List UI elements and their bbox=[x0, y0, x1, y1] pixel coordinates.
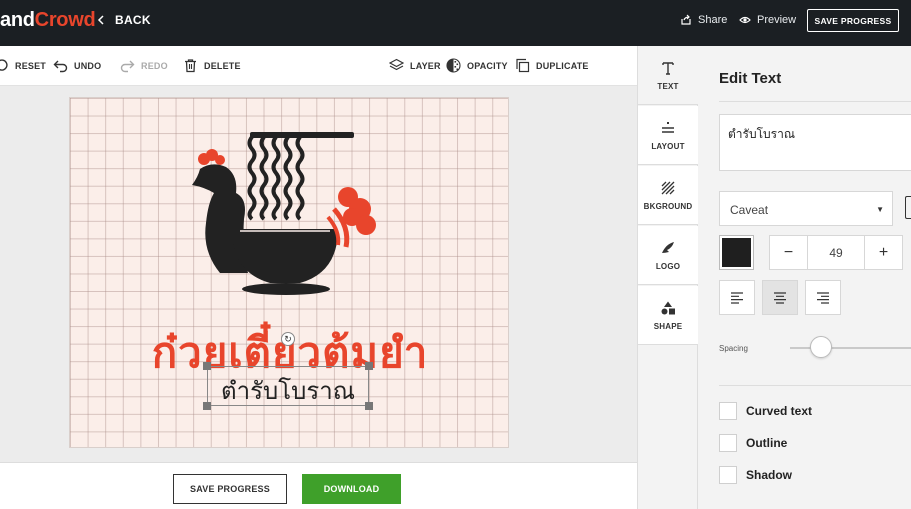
text-content-input[interactable]: ตำรับโบราณ bbox=[719, 114, 911, 171]
tab-logo-label: LOGO bbox=[655, 261, 681, 271]
brand-logo-part2: Crowd bbox=[34, 9, 96, 31]
font-family-value: Caveat bbox=[730, 203, 769, 217]
spacing-slider-thumb[interactable] bbox=[810, 336, 832, 358]
tab-shape-label: SHAPE bbox=[653, 321, 683, 331]
shape-icon bbox=[661, 301, 675, 314]
preview-button[interactable]: Preview bbox=[739, 14, 796, 26]
tab-shape[interactable]: SHAPE bbox=[638, 286, 698, 345]
caret-down-icon: ▼ bbox=[876, 205, 884, 214]
eye-icon bbox=[739, 16, 751, 24]
resize-handle-top-right[interactable] bbox=[365, 362, 373, 370]
download-button[interactable]: DOWNLOAD bbox=[302, 474, 401, 504]
selected-text-box[interactable]: ตำรับโบราณ bbox=[207, 366, 369, 406]
shadow-checkbox[interactable] bbox=[719, 466, 737, 484]
font-family-select[interactable]: Caveat ▼ bbox=[719, 191, 893, 226]
tab-background-label: BKGROUND bbox=[643, 201, 693, 211]
font-size-stepper[interactable]: − 49 + bbox=[769, 235, 903, 270]
reset-button[interactable]: RESET bbox=[0, 58, 46, 73]
back-button[interactable]: BACK bbox=[97, 13, 151, 27]
delete-label: DELETE bbox=[204, 60, 241, 71]
editor-toolbar: RESET UNDO REDO DELETE LAYER OPACITY DUP… bbox=[0, 46, 637, 86]
panel-title: Edit Text bbox=[719, 70, 782, 87]
subline-text[interactable]: ตำรับโบราณ bbox=[208, 371, 368, 410]
shadow-option[interactable]: Shadow bbox=[719, 466, 792, 484]
redo-label: REDO bbox=[141, 60, 168, 71]
save-progress-top-button[interactable]: SAVE PROGRESS bbox=[807, 9, 899, 32]
preview-label: Preview bbox=[757, 14, 797, 26]
font-size-decrease-button[interactable]: − bbox=[770, 236, 807, 269]
align-right-button[interactable] bbox=[805, 280, 841, 315]
reset-label: RESET bbox=[15, 60, 47, 71]
duplicate-label: DUPLICATE bbox=[536, 60, 589, 71]
tab-logo[interactable]: LOGO bbox=[638, 226, 698, 285]
brand-logo[interactable]: andCrowd bbox=[0, 9, 96, 32]
spacing-slider-track[interactable] bbox=[790, 347, 911, 349]
spacing-label: Spacing bbox=[719, 344, 748, 353]
resize-handle-top-left[interactable] bbox=[203, 362, 211, 370]
panel-divider bbox=[719, 101, 911, 102]
design-workspace: ก๋วยเตี๋ยวต้มยำ ↻ ตำรับโบราณ bbox=[0, 86, 637, 462]
logo-icon bbox=[662, 241, 674, 253]
save-progress-button[interactable]: SAVE PROGRESS bbox=[173, 474, 287, 504]
design-canvas[interactable]: ก๋วยเตี๋ยวต้มยำ ↻ ตำรับโบราณ bbox=[69, 97, 509, 448]
layer-button[interactable]: LAYER bbox=[389, 58, 441, 73]
duplicate-icon bbox=[516, 58, 530, 73]
opacity-label: OPACITY bbox=[467, 60, 508, 71]
align-center-icon bbox=[774, 291, 786, 304]
tab-layout[interactable]: LAYOUT bbox=[638, 106, 698, 165]
duplicate-button[interactable]: DUPLICATE bbox=[515, 58, 589, 73]
curved-text-option[interactable]: Curved text bbox=[719, 402, 812, 420]
tab-text[interactable]: TEXT bbox=[638, 46, 698, 105]
redo-icon bbox=[120, 60, 135, 73]
rooster-noodle-bowl-logo[interactable] bbox=[190, 123, 390, 313]
align-center-button[interactable] bbox=[762, 280, 798, 315]
resize-handle-bottom-right[interactable] bbox=[365, 402, 373, 410]
curved-text-label: Curved text bbox=[746, 404, 813, 418]
opacity-button[interactable]: OPACITY bbox=[446, 58, 508, 73]
outline-checkbox[interactable] bbox=[719, 434, 737, 452]
top-bar: andCrowd BACK Share Preview SAVE PROGRES… bbox=[0, 0, 911, 46]
text-color-picker[interactable] bbox=[719, 235, 754, 270]
redo-button[interactable]: REDO bbox=[120, 58, 168, 73]
color-swatch-fill bbox=[722, 238, 751, 267]
layers-icon bbox=[389, 58, 404, 71]
side-tab-bar: TEXT LAYOUT BKGROUND LOGO SHAPE bbox=[637, 46, 698, 509]
share-icon bbox=[681, 14, 691, 25]
text-icon bbox=[662, 61, 674, 75]
undo-label: UNDO bbox=[74, 60, 102, 71]
edit-text-panel: Edit Text ตำรับโบราณ Caveat ▼ − 49 + Spa… bbox=[698, 46, 911, 509]
share-button[interactable]: Share bbox=[680, 14, 727, 26]
font-size-increase-button[interactable]: + bbox=[865, 236, 902, 269]
undo-button[interactable]: UNDO bbox=[53, 58, 101, 73]
align-left-icon bbox=[731, 291, 743, 304]
rotate-handle-icon[interactable]: ↻ bbox=[281, 332, 295, 346]
trash-icon bbox=[185, 59, 196, 73]
bottom-bar: SAVE PROGRESS DOWNLOAD bbox=[0, 462, 637, 509]
delete-button[interactable]: DELETE bbox=[183, 58, 241, 73]
opacity-icon bbox=[446, 58, 461, 73]
chevron-left-icon bbox=[97, 15, 104, 25]
resize-handle-bottom-left[interactable] bbox=[203, 402, 211, 410]
shadow-label: Shadow bbox=[746, 468, 793, 482]
align-left-button[interactable] bbox=[719, 280, 755, 315]
share-label: Share bbox=[698, 14, 728, 26]
tab-background[interactable]: BKGROUND bbox=[638, 166, 698, 225]
align-right-icon bbox=[817, 291, 829, 304]
curved-text-checkbox[interactable] bbox=[719, 402, 737, 420]
font-size-value[interactable]: 49 bbox=[807, 236, 865, 269]
panel-divider-2 bbox=[719, 385, 911, 386]
layer-label: LAYER bbox=[410, 60, 441, 71]
layout-icon bbox=[662, 121, 674, 133]
tab-text-label: TEXT bbox=[657, 81, 679, 91]
font-style-button[interactable] bbox=[905, 196, 911, 219]
undo-icon bbox=[53, 60, 68, 73]
logo-editor-app: andCrowd BACK Share Preview SAVE PROGRES… bbox=[0, 0, 911, 509]
tab-layout-label: LAYOUT bbox=[651, 141, 685, 151]
brand-logo-part1: and bbox=[0, 9, 35, 31]
reset-icon bbox=[0, 59, 8, 71]
background-icon bbox=[661, 181, 675, 194]
back-label: BACK bbox=[115, 13, 151, 27]
outline-option[interactable]: Outline bbox=[719, 434, 787, 452]
outline-label: Outline bbox=[746, 436, 788, 450]
